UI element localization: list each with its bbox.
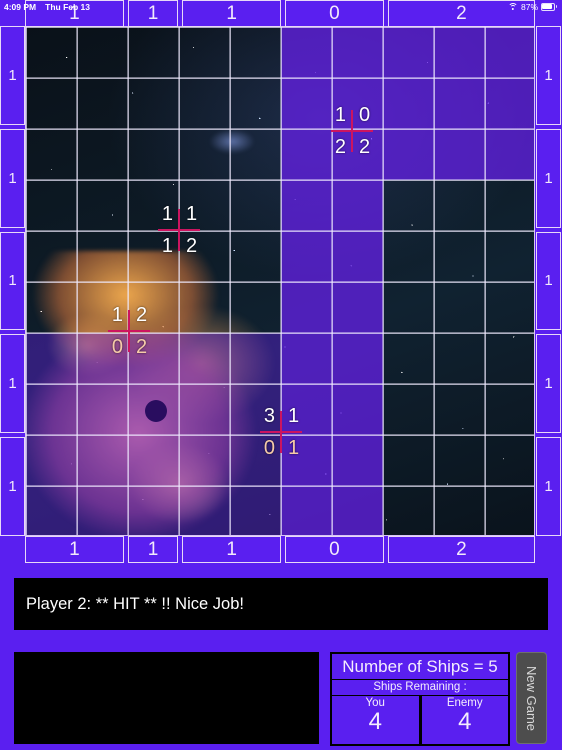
message-text: Player 2: ** HIT ** !! Nice Job! — [26, 594, 244, 613]
marker-quadrant-bottom-right: 2 — [136, 336, 148, 358]
battery-icon — [541, 2, 557, 11]
board-left-label-cell: 1 — [0, 437, 25, 536]
crosshair-vertical — [177, 209, 181, 251]
board-bottom-label-cell: 1 — [182, 536, 281, 563]
board-right-label-cell: 1 — [536, 26, 561, 125]
board-right-label-bar: 11111 — [536, 26, 561, 536]
marker-quadrant-bottom-left: 2 — [334, 136, 346, 158]
board-bottom-label-cell: 0 — [285, 536, 384, 563]
ships-remaining-columns: You 4 Enemy 4 — [332, 696, 508, 744]
board-bottom-label-cell: 1 — [127, 536, 179, 563]
battleship-app-root: 4:09 PM Thu Feb 13 87% 11102 11111 1 0 2… — [0, 0, 562, 750]
board-top-label-cell: 1 — [127, 0, 179, 27]
marker-quadrant-top-right: 1 — [186, 203, 198, 225]
board-bottom-label-cell: 2 — [387, 536, 535, 563]
marker-quadrant-top-left: 1 — [334, 104, 346, 126]
ships-total-label: Number of Ships = 5 — [332, 654, 508, 679]
board-left-label-cell: 1 — [0, 128, 25, 228]
ships-panel: Number of Ships = 5 Ships Remaining : Yo… — [330, 652, 510, 746]
board-right-label-cell: 1 — [536, 334, 561, 434]
board-left-label-cell: 1 — [0, 334, 25, 434]
marker-quadrant-top-left: 3 — [263, 405, 275, 427]
marker-quadrant-top-right: 2 — [136, 304, 148, 326]
board-left-label-cell: 1 — [0, 26, 25, 125]
crosshair-vertical — [127, 310, 131, 352]
grid-lines — [26, 27, 534, 535]
ships-remaining-label: Ships Remaining : — [332, 680, 508, 695]
board-top-label-cell: 1 — [25, 0, 124, 27]
crosshair-vertical — [350, 110, 354, 152]
board-top-label-cell: 2 — [387, 0, 535, 27]
ships-you-column: You 4 — [332, 696, 419, 744]
marker-quadrant-bottom-left: 1 — [161, 235, 173, 257]
ships-enemy-column: Enemy 4 — [421, 696, 508, 744]
log-panel — [14, 652, 319, 744]
board-bottom-label-bar: 11102 — [25, 536, 535, 563]
board-left-label-cell: 1 — [0, 231, 25, 331]
board-top-label-cell: 0 — [285, 0, 384, 27]
marker-quadrant-top-right: 0 — [359, 104, 371, 126]
message-bar: Player 2: ** HIT ** !! Nice Job! — [14, 578, 548, 630]
game-board[interactable]: 1 0 2 2 1 1 1 2 1 2 0 2 3 1 0 1 — [25, 26, 535, 536]
marker-quadrant-top-left: 1 — [111, 304, 123, 326]
marker-quadrant-bottom-right: 2 — [359, 136, 371, 158]
crosshair-vertical — [279, 411, 283, 453]
new-game-button[interactable]: New Game — [516, 652, 547, 744]
marker-quadrant-top-right: 1 — [288, 405, 300, 427]
board-top-label-cell: 1 — [182, 0, 281, 27]
marker-quadrant-bottom-right: 2 — [186, 235, 198, 257]
board-right-label-cell: 1 — [536, 128, 561, 228]
board-left-label-bar: 11111 — [0, 26, 25, 536]
board-bottom-label-cell: 1 — [25, 536, 124, 563]
board-right-label-cell: 1 — [536, 437, 561, 536]
marker-quadrant-top-left: 1 — [161, 203, 173, 225]
marker-quadrant-bottom-left: 0 — [263, 437, 275, 459]
ships-enemy-value: 4 — [458, 708, 472, 735]
board-right-label-cell: 1 — [536, 231, 561, 331]
marker-quadrant-bottom-left: 0 — [111, 336, 123, 358]
marker-quadrant-bottom-right: 1 — [288, 437, 300, 459]
ships-you-value: 4 — [368, 708, 382, 735]
new-game-button-label: New Game — [524, 665, 539, 731]
board-top-label-bar: 11102 — [25, 0, 535, 27]
